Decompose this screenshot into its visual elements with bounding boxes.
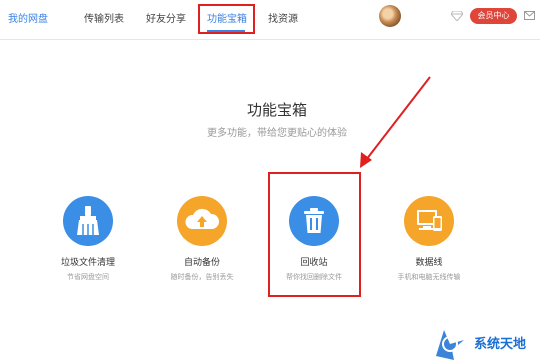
- annotation-arrow-icon: [360, 76, 431, 168]
- watermark-text: 系统天地: [474, 337, 527, 352]
